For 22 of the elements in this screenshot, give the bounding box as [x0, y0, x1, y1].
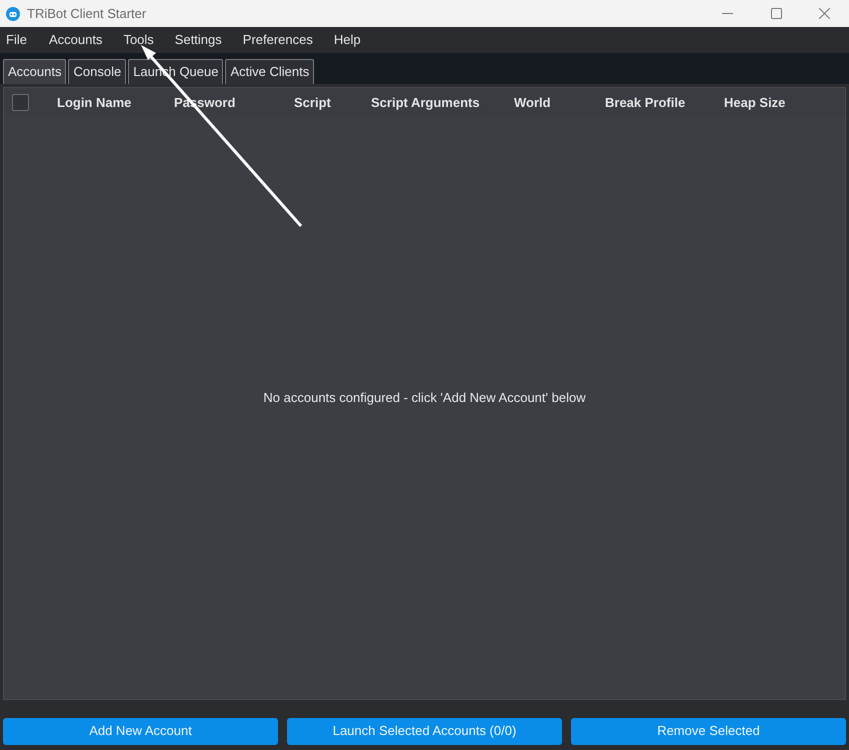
- column-header[interactable]: Heap Size: [724, 92, 804, 112]
- menu-item[interactable]: Accounts: [42, 30, 108, 50]
- app-logo-icon: [6, 6, 20, 20]
- minimize-icon[interactable]: [722, 12, 733, 14]
- window-title: TRiBot Client Starter: [27, 4, 146, 23]
- empty-message: No accounts configured - click 'Add New Account' below: [263, 389, 586, 408]
- menu-item[interactable]: Tools: [117, 30, 160, 50]
- maximize-icon[interactable]: [771, 8, 782, 19]
- column-header[interactable]: Login Name: [57, 92, 174, 112]
- select-all-checkbox[interactable]: [12, 94, 29, 111]
- menu-item[interactable]: Help: [328, 30, 367, 50]
- column-header[interactable]: Script: [294, 92, 371, 112]
- menu-item[interactable]: File: [0, 30, 33, 50]
- column-header[interactable]: World: [514, 92, 605, 112]
- column-header[interactable]: Script Arguments: [371, 92, 514, 112]
- close-icon[interactable]: [819, 8, 830, 19]
- tab[interactable]: Active Clients: [225, 59, 314, 84]
- tab[interactable]: Accounts: [3, 59, 66, 84]
- menu-item[interactable]: Preferences: [236, 30, 319, 50]
- tab[interactable]: Console: [68, 59, 126, 84]
- menu-item[interactable]: Settings: [168, 30, 228, 50]
- column-header[interactable]: Break Profile: [605, 92, 724, 112]
